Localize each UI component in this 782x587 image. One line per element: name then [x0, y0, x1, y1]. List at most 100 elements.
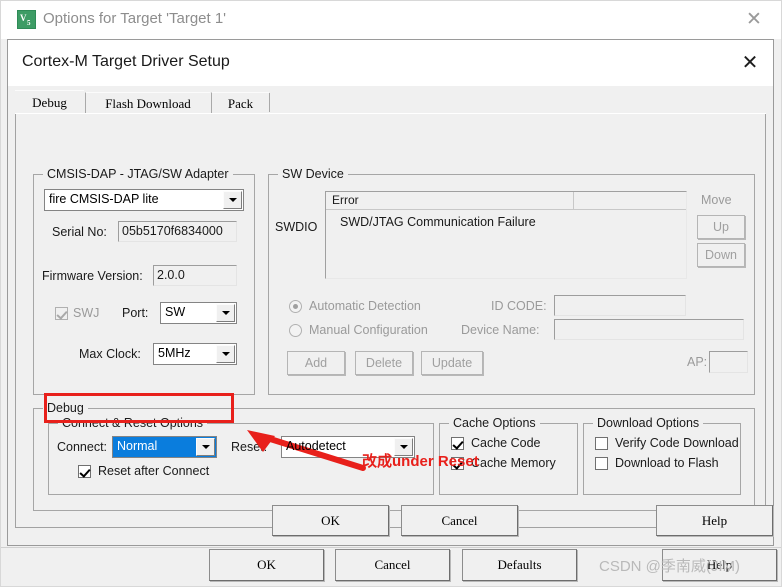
adapter-select-value: fire CMSIS-DAP lite [49, 192, 159, 206]
ap-label: AP: [687, 355, 708, 369]
outer-defaults-button[interactable]: Defaults [462, 549, 577, 581]
cache-code-label: Cache Code [471, 436, 541, 450]
id-code-field [554, 295, 686, 316]
inner-title-bar: Cortex-M Target Driver Setup ✕ [8, 40, 773, 86]
cmsis-dap-adapter-group-label: CMSIS-DAP - JTAG/SW Adapter [43, 167, 233, 181]
chevron-down-icon[interactable] [223, 191, 242, 209]
tab-flash-download[interactable]: Flash Download [85, 92, 210, 114]
inner-cancel-label: Cancel [441, 513, 478, 528]
tab-pack-label: Pack [227, 96, 254, 111]
cache-memory-label: Cache Memory [471, 456, 556, 470]
serial-no-field: 05b5170f6834000 [118, 221, 237, 242]
verify-code-download-checkbox[interactable] [595, 437, 608, 450]
inner-close-icon[interactable]: ✕ [737, 51, 763, 75]
reset-label: Reset: [231, 440, 268, 454]
adapter-select[interactable]: fire CMSIS-DAP lite [44, 189, 244, 211]
chevron-down-icon[interactable] [216, 345, 235, 363]
annotation-text: 改成under Reset [362, 453, 479, 470]
ap-field [709, 351, 748, 373]
device-name-label: Device Name: [461, 323, 540, 337]
inner-ok-button[interactable]: OK [272, 505, 389, 536]
outer-defaults-label: Defaults [497, 557, 542, 572]
sw-device-group-label: SW Device [278, 167, 348, 181]
download-options-label: Download Options [593, 416, 704, 430]
outer-ok-label: OK [257, 557, 276, 572]
keil-uvision-icon: V 5 [17, 10, 36, 29]
sw-device-col-blank [574, 192, 686, 209]
download-options-group: Download Options Verify Code Download Do… [583, 416, 741, 495]
debug-group-label: Debug [43, 401, 88, 415]
swj-checkbox[interactable] [55, 307, 68, 320]
max-clock-select[interactable]: 5MHz [153, 343, 237, 365]
delete-label: Delete [365, 356, 403, 370]
cmsis-dap-adapter-group: CMSIS-DAP - JTAG/SW Adapter fire CMSIS-D… [33, 167, 255, 395]
outer-divider [1, 547, 781, 548]
move-up-button[interactable]: Up [697, 215, 745, 239]
tab-pack[interactable]: Pack [211, 92, 269, 114]
reset-after-connect-label: Reset after Connect [98, 464, 210, 478]
download-to-flash-checkbox[interactable] [595, 457, 608, 470]
manual-configuration-radio[interactable] [289, 324, 302, 337]
csdn-watermark: CSDN @季南威(JIM) [599, 558, 741, 575]
update-label: Update [431, 356, 473, 370]
firmware-version-label: Firmware Version: [42, 269, 143, 283]
outer-window-title: Options for Target 'Target 1' [43, 10, 227, 27]
connect-select-value: Normal [117, 439, 158, 453]
chevron-down-icon[interactable] [196, 438, 215, 456]
outer-cancel-button[interactable]: Cancel [335, 549, 450, 581]
tab-strip: Debug Flash Download Pack [15, 90, 767, 114]
max-clock-label: Max Clock: [79, 347, 141, 361]
connect-reset-options-label: Connect & Reset Options [58, 416, 208, 430]
swdio-label: SWDIO [275, 220, 318, 234]
manual-configuration-label: Manual Configuration [309, 323, 428, 337]
max-clock-select-value: 5MHz [158, 346, 191, 360]
port-select[interactable]: SW [160, 302, 237, 324]
swj-label: SWJ [73, 306, 100, 320]
inner-help-button[interactable]: Help [656, 505, 773, 536]
update-button[interactable]: Update [421, 351, 483, 375]
chevron-down-icon[interactable] [216, 304, 235, 322]
inner-cancel-button[interactable]: Cancel [401, 505, 518, 536]
add-label: Add [304, 356, 328, 370]
tab-debug-label: Debug [32, 95, 67, 110]
automatic-detection-radio[interactable] [289, 300, 302, 313]
serial-no-label: Serial No: [52, 225, 107, 239]
table-row[interactable]: SWD/JTAG Communication Failure [326, 212, 686, 232]
screenshot-root: V 5 Options for Target 'Target 1' ✕ OK C… [0, 0, 782, 587]
cache-options-label: Cache Options [449, 416, 540, 430]
add-button[interactable]: Add [287, 351, 345, 375]
port-label: Port: [122, 306, 149, 320]
device-name-field [554, 319, 744, 340]
tab-flash-download-label: Flash Download [105, 96, 191, 111]
sw-device-table-header: Error [326, 192, 686, 210]
port-select-value: SW [165, 305, 186, 319]
close-icon[interactable]: ✕ [741, 8, 767, 32]
tab-active-connector [15, 113, 766, 114]
delete-button[interactable]: Delete [355, 351, 413, 375]
svg-text:V: V [20, 13, 27, 23]
id-code-label: ID CODE: [491, 299, 547, 313]
move-up-label: Up [713, 220, 729, 234]
outer-cancel-label: Cancel [374, 557, 411, 572]
move-down-label: Down [705, 248, 737, 262]
move-down-button[interactable]: Down [697, 243, 745, 267]
sw-device-table[interactable]: Error SWD/JTAG Communication Failure [325, 191, 687, 279]
sw-device-group: SW Device SWDIO Error SWD/JTAG Communica… [268, 167, 755, 395]
reset-after-connect-checkbox[interactable] [78, 465, 91, 478]
outer-ok-button[interactable]: OK [209, 549, 324, 581]
move-label: Move [701, 193, 732, 207]
automatic-detection-label: Automatic Detection [309, 299, 421, 313]
cache-code-checkbox[interactable] [451, 437, 464, 450]
firmware-version-field: 2.0.0 [153, 265, 237, 286]
inner-help-label: Help [701, 513, 728, 528]
outer-title-bar: V 5 Options for Target 'Target 1' ✕ [1, 1, 781, 39]
reset-select-value: Autodetect [286, 439, 346, 453]
verify-code-download-label: Verify Code Download [615, 436, 739, 450]
download-to-flash-label: Download to Flash [615, 456, 719, 470]
inner-ok-label: OK [321, 513, 340, 528]
tab-debug[interactable]: Debug [15, 90, 84, 114]
connect-label: Connect: [57, 440, 108, 454]
svg-text:5: 5 [27, 19, 31, 27]
inner-dialog-title: Cortex-M Target Driver Setup [22, 53, 230, 70]
connect-select[interactable]: Normal [112, 436, 217, 458]
